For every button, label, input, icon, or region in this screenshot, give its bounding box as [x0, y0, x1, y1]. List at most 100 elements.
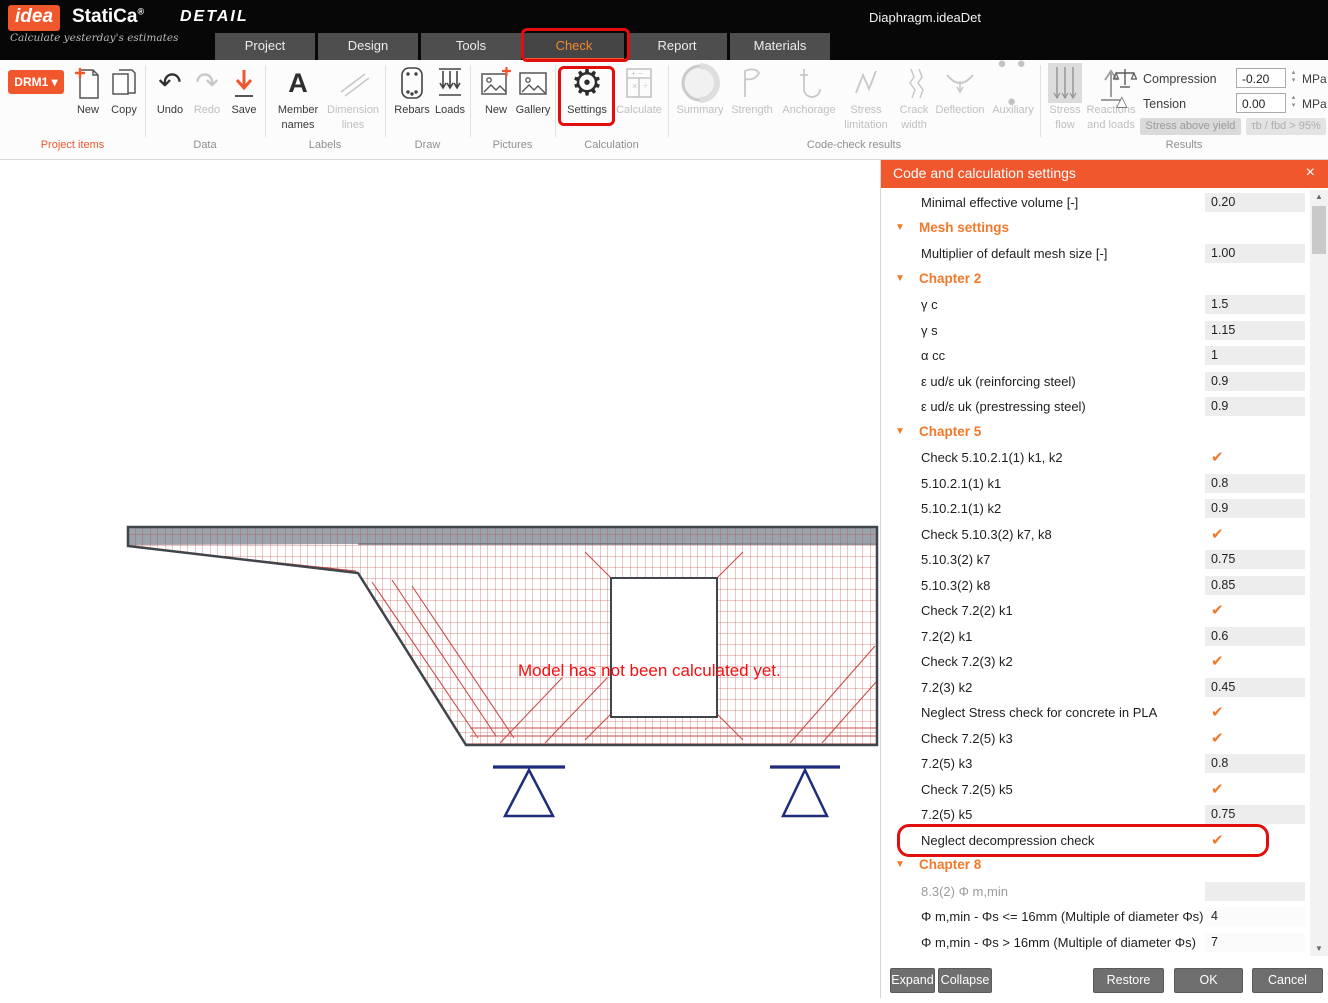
settings-button[interactable]: ⚙ Settings [564, 64, 610, 117]
tab-design[interactable]: Design [318, 33, 418, 60]
tension-spinner[interactable]: ▴▾ [1288, 94, 1299, 110]
setting-label: γ s [921, 323, 938, 338]
loads-icon [432, 64, 468, 102]
setting-value-input[interactable]: 0.9 [1205, 372, 1305, 391]
compression-spinner[interactable]: ▴▾ [1288, 69, 1299, 85]
settings-scrollbar[interactable]: ▲ ▼ [1310, 190, 1328, 956]
setting-label: Check 7.2(3) k2 [921, 654, 1013, 669]
save-button[interactable]: Save [226, 64, 262, 117]
setting-value-input[interactable]: 0.85 [1205, 576, 1305, 595]
copy-project-item-button[interactable]: Copy [106, 64, 142, 117]
svg-text:×: × [632, 81, 637, 91]
close-icon[interactable]: × [1306, 164, 1315, 182]
group-label-draw: Draw [385, 139, 470, 151]
tension-unit: MPa [1302, 97, 1327, 111]
ribbon-item-label: Crack [894, 104, 934, 117]
setting-value-input[interactable]: 0.75 [1205, 550, 1305, 569]
tab-report[interactable]: Report [627, 33, 727, 60]
tension-label: Tension [1143, 97, 1186, 111]
section-collapse-icon[interactable]: ▼ [895, 426, 905, 437]
compression-input[interactable]: -0.20 [1236, 68, 1286, 88]
model-canvas[interactable]: Model has not been calculated yet. [0, 160, 880, 998]
ribbon-item-label: Rebars [394, 104, 430, 117]
setting-value-input[interactable]: 0.8 [1205, 754, 1305, 773]
setting-value-input[interactable]: 4 [1205, 907, 1305, 926]
setting-value-input[interactable]: 0.75 [1205, 805, 1305, 824]
diaphragm-drawing [0, 160, 880, 998]
setting-value-input[interactable]: 1 [1205, 346, 1305, 365]
setting-label: 5.10.3(2) k8 [921, 578, 990, 593]
ribbon-item-label: and loads [1086, 119, 1136, 132]
setting-label: Check 5.10.2.1(1) k1, k2 [921, 450, 1063, 465]
checkbox-checked-icon[interactable]: ✔ [1211, 729, 1224, 747]
scroll-up-icon[interactable]: ▲ [1310, 190, 1328, 204]
settings-row: Check 7.2(2) k1✔ [881, 598, 1309, 624]
setting-value-input[interactable]: 0.45 [1205, 678, 1305, 697]
cancel-button[interactable]: Cancel [1252, 968, 1323, 993]
svg-text:+ −: + − [631, 69, 643, 78]
section-collapse-icon[interactable]: ▼ [895, 222, 905, 233]
svg-text:÷: ÷ [643, 81, 648, 91]
setting-value-input[interactable]: 0.8 [1205, 474, 1305, 493]
new-picture-button[interactable]: New [478, 64, 514, 117]
setting-label: Multiplier of default mesh size [-] [921, 246, 1107, 261]
strength-button: Strength [728, 64, 776, 117]
tab-check[interactable]: Check [524, 33, 624, 60]
collapse-button[interactable]: Collapse [938, 968, 992, 993]
scrollbar-thumb[interactable] [1312, 206, 1326, 254]
ribbon-item-label: Member [276, 104, 320, 117]
setting-value-input[interactable]: 7 [1205, 933, 1305, 952]
scroll-down-icon[interactable]: ▼ [1310, 942, 1328, 956]
checkbox-checked-icon[interactable]: ✔ [1211, 448, 1224, 466]
setting-value-input[interactable]: 0.9 [1205, 397, 1305, 416]
setting-label: Neglect decompression check [921, 833, 1094, 848]
checkbox-checked-icon[interactable]: ✔ [1211, 652, 1224, 670]
gear-icon: ⚙ [564, 64, 610, 102]
stress-flow-icon [1046, 64, 1084, 102]
restore-button[interactable]: Restore [1093, 968, 1164, 993]
group-label-results: Results [1040, 139, 1328, 151]
checkbox-checked-icon[interactable]: ✔ [1211, 525, 1224, 543]
new-picture-icon [478, 64, 514, 102]
checkbox-checked-icon[interactable]: ✔ [1211, 831, 1224, 849]
setting-value-input[interactable]: 0.20 [1205, 193, 1305, 212]
rebars-button[interactable]: Rebars [394, 64, 430, 117]
section-title: Chapter 5 [919, 424, 981, 439]
section-title: Chapter 8 [919, 857, 981, 872]
ribbon-item-label: Stress [840, 104, 892, 117]
setting-value-input[interactable]: 1.15 [1205, 321, 1305, 340]
setting-value-input[interactable]: 0.6 [1205, 627, 1305, 646]
tab-tools[interactable]: Tools [421, 33, 521, 60]
setting-value-input[interactable]: 1.5 [1205, 295, 1305, 314]
ribbon-item-label: Calculate [614, 104, 664, 117]
setting-value-input[interactable]: 1.00 [1205, 244, 1305, 263]
ok-button[interactable]: OK [1174, 968, 1243, 993]
settings-row: Φ m,min - Φs > 16mm (Multiple of diamete… [881, 930, 1309, 956]
setting-value-input[interactable]: 0.9 [1205, 499, 1305, 518]
ribbon: Project items Data Labels Draw Pictures … [0, 60, 1328, 160]
checkbox-checked-icon[interactable]: ✔ [1211, 703, 1224, 721]
loads-button[interactable]: Loads [432, 64, 468, 117]
anchorage-button: Anchorage [780, 64, 838, 117]
crack-width-button: Crack width [894, 64, 934, 132]
compression-label: Compression [1143, 72, 1217, 86]
tension-input[interactable]: 0.00 [1236, 93, 1286, 113]
ribbon-item-label: Deflection [934, 104, 986, 117]
settings-row: ε ud/ε uk (prestressing steel)0.9 [881, 394, 1309, 420]
section-collapse-icon[interactable]: ▼ [895, 859, 905, 870]
tab-materials[interactable]: Materials [730, 33, 830, 60]
project-item-selector[interactable]: DRM1 ▾ [8, 70, 64, 94]
ribbon-item-label: Dimension [326, 104, 380, 117]
section-collapse-icon[interactable]: ▼ [895, 273, 905, 284]
new-project-item-button[interactable]: New [70, 64, 106, 117]
titlebar: idea StatiCa® DETAIL Calculate yesterday… [0, 0, 1328, 60]
setting-label: Neglect Stress check for concrete in PLA [921, 705, 1157, 720]
checkbox-checked-icon[interactable]: ✔ [1211, 780, 1224, 798]
expand-button[interactable]: Expand [890, 968, 935, 993]
setting-value-input[interactable] [1205, 882, 1305, 901]
gallery-button[interactable]: Gallery [514, 64, 552, 117]
member-names-toggle[interactable]: A Member names [276, 64, 320, 132]
tab-project[interactable]: Project [215, 33, 315, 60]
undo-button[interactable]: ↶ Undo [152, 64, 188, 117]
checkbox-checked-icon[interactable]: ✔ [1211, 601, 1224, 619]
